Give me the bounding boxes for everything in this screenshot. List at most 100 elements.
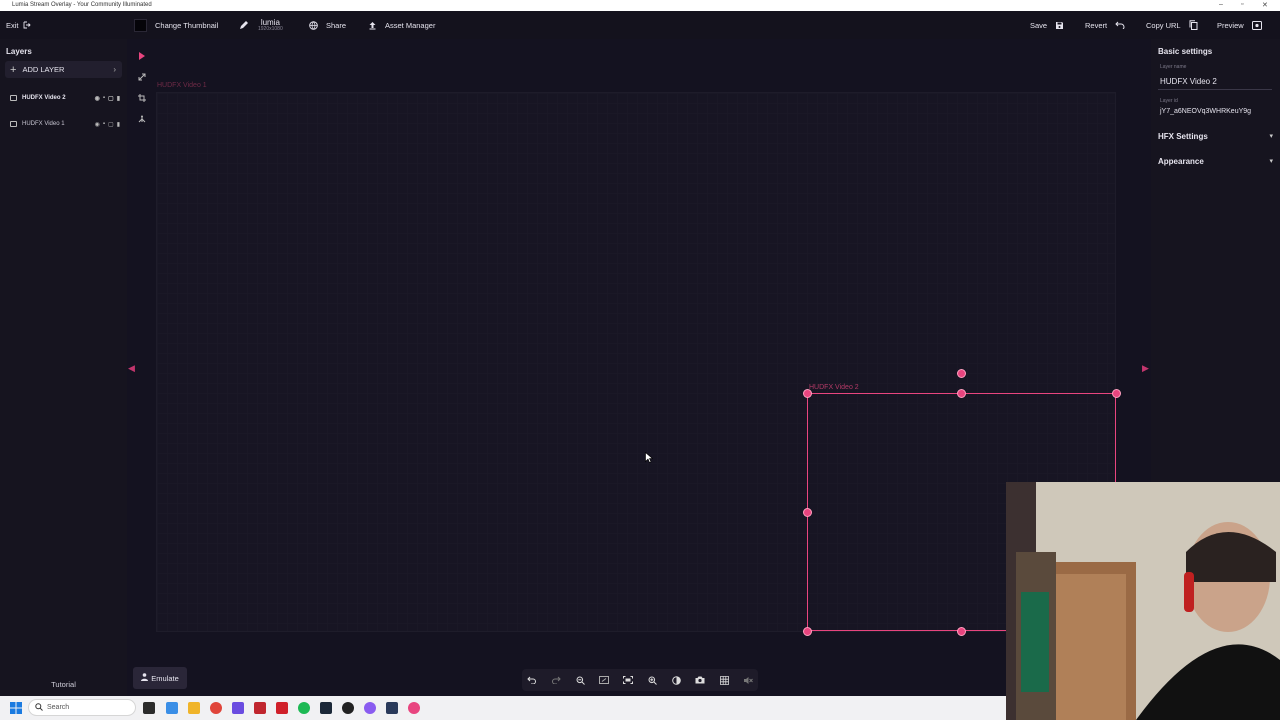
revert-button[interactable]: Revert <box>1085 11 1125 39</box>
lock-icon[interactable]: ▪ <box>103 95 105 102</box>
copy-url-label: Copy URL <box>1146 20 1181 30</box>
app-icon[interactable] <box>386 702 398 714</box>
layer-id-value: jY7_a6NEOVq3WHRKeuY9g <box>1160 108 1252 115</box>
person-icon <box>141 673 149 683</box>
collapse-left-icon[interactable]: ◀ <box>128 363 135 374</box>
hfx-settings-section[interactable]: HFX Settings <box>1158 132 1208 141</box>
rotate-handle[interactable] <box>957 369 966 378</box>
chevron-down-icon[interactable]: ▾ <box>1269 157 1273 165</box>
resize-handle[interactable] <box>803 508 812 517</box>
layer-id-label: Layer id <box>1160 98 1178 104</box>
app-icon[interactable] <box>276 702 288 714</box>
thumbnail-preview <box>134 18 147 32</box>
lock-icon[interactable]: ▪ <box>103 121 105 128</box>
add-layer-button[interactable]: + ADD LAYER › <box>5 61 122 78</box>
exit-icon <box>23 21 31 29</box>
duplicate-icon[interactable]: ▢ <box>108 121 114 128</box>
window-titlebar: Lumia Stream Overlay - Your Community Il… <box>0 0 1280 11</box>
crop-tool-icon[interactable] <box>132 91 152 105</box>
save-button[interactable]: Save <box>1030 11 1064 39</box>
collapse-right-icon[interactable]: ▶ <box>1142 363 1149 374</box>
asset-manager-button[interactable]: Asset Manager <box>368 11 435 39</box>
app-icon[interactable] <box>166 702 178 714</box>
preview-label: Preview <box>1217 20 1244 30</box>
save-label: Save <box>1030 20 1048 30</box>
copy-icon <box>1189 20 1198 30</box>
undo-icon[interactable] <box>525 673 539 687</box>
trash-icon[interactable]: ▮ <box>117 95 120 102</box>
layers-panel: Layers + ADD LAYER › HUDFX Video 2 ◉ ▪ ▢… <box>0 39 127 696</box>
spotify-icon[interactable] <box>298 702 310 714</box>
pencil-icon <box>239 20 248 30</box>
mute-icon[interactable] <box>741 673 755 687</box>
basic-settings-title[interactable]: Basic settings <box>1158 47 1212 56</box>
project-name-button[interactable]: lumia 1920x1080 <box>239 11 283 39</box>
emulate-button[interactable]: Emulate <box>133 667 187 689</box>
preview-button[interactable]: Preview <box>1217 11 1262 39</box>
emulate-label: Emulate <box>151 673 179 683</box>
layer-name: HUDFX Video 2 <box>22 95 66 101</box>
zoom-out-icon[interactable] <box>573 673 587 687</box>
maximize-icon[interactable]: ▫ <box>1241 1 1243 8</box>
input-underline <box>1158 89 1272 90</box>
file-explorer-icon[interactable] <box>188 702 200 714</box>
eye-icon[interactable]: ◉ <box>95 121 100 128</box>
contrast-icon[interactable] <box>669 673 683 687</box>
chrome-icon[interactable] <box>210 702 222 714</box>
layer-name-input[interactable]: HUDFX Video 2 <box>1160 77 1217 86</box>
layer-item[interactable]: HUDFX Video 2 ◉ ▪ ▢ ▮ <box>5 89 122 107</box>
canvas-layer-label: HUDFX Video 1 <box>157 82 207 89</box>
trash-icon[interactable]: ▮ <box>117 121 120 128</box>
app-icon[interactable] <box>364 702 376 714</box>
add-layer-label: ADD LAYER <box>22 65 65 74</box>
resize-handle[interactable] <box>957 627 966 636</box>
taskbar-search-input[interactable]: Search <box>28 699 136 716</box>
layer-item[interactable]: HUDFX Video 1 ◉ ▪ ▢ ▮ <box>5 115 122 133</box>
video-layer-icon <box>10 95 17 101</box>
chevron-right-icon: › <box>113 65 116 74</box>
app-icon[interactable] <box>254 702 266 714</box>
plus-icon: + <box>10 63 17 76</box>
fit-screen-icon[interactable] <box>597 673 611 687</box>
canvas-bottom-toolbar <box>522 669 758 691</box>
lumia-stream-icon[interactable] <box>408 702 420 714</box>
close-icon[interactable]: ✕ <box>1262 1 1268 9</box>
copy-url-button[interactable]: Copy URL <box>1146 11 1198 39</box>
select-tool-icon[interactable] <box>132 49 152 63</box>
anchor-tool-icon[interactable] <box>132 112 152 126</box>
change-thumbnail-label: Change Thumbnail <box>155 20 219 30</box>
grid-icon[interactable] <box>717 673 731 687</box>
exit-label: Exit <box>6 20 19 30</box>
change-thumbnail-button[interactable]: Change Thumbnail <box>134 11 218 39</box>
task-view-icon[interactable] <box>143 702 155 714</box>
resize-handle[interactable] <box>1112 389 1121 398</box>
eye-icon[interactable]: ◉ <box>95 95 100 102</box>
resize-tool-icon[interactable] <box>132 70 152 84</box>
tutorial-link[interactable]: Tutorial <box>0 680 127 689</box>
video-layer-icon <box>10 121 17 127</box>
camera-icon[interactable] <box>693 673 707 687</box>
duplicate-icon[interactable]: ▢ <box>108 95 114 102</box>
fullscreen-icon[interactable] <box>621 673 635 687</box>
os-taskbar: Search <box>0 696 1006 720</box>
appearance-section[interactable]: Appearance <box>1158 157 1204 166</box>
resize-handle[interactable] <box>803 389 812 398</box>
obs-icon[interactable] <box>342 702 354 714</box>
search-placeholder: Search <box>47 704 70 711</box>
resize-handle[interactable] <box>957 389 966 398</box>
steam-icon[interactable] <box>320 702 332 714</box>
upload-icon <box>368 21 377 30</box>
redo-icon[interactable] <box>549 673 563 687</box>
exit-button[interactable]: Exit <box>6 11 31 39</box>
app-icon[interactable] <box>232 702 244 714</box>
zoom-in-icon[interactable] <box>645 673 659 687</box>
floppy-icon <box>1055 21 1064 30</box>
resize-handle[interactable] <box>803 627 812 636</box>
share-button[interactable]: Share <box>309 11 346 39</box>
minimize-icon[interactable]: – <box>1219 1 1223 8</box>
search-icon <box>35 702 43 713</box>
windows-start-icon[interactable] <box>10 701 22 719</box>
asset-manager-label: Asset Manager <box>385 20 436 30</box>
chevron-down-icon[interactable]: ▾ <box>1269 132 1273 140</box>
undo-icon <box>1115 21 1125 29</box>
